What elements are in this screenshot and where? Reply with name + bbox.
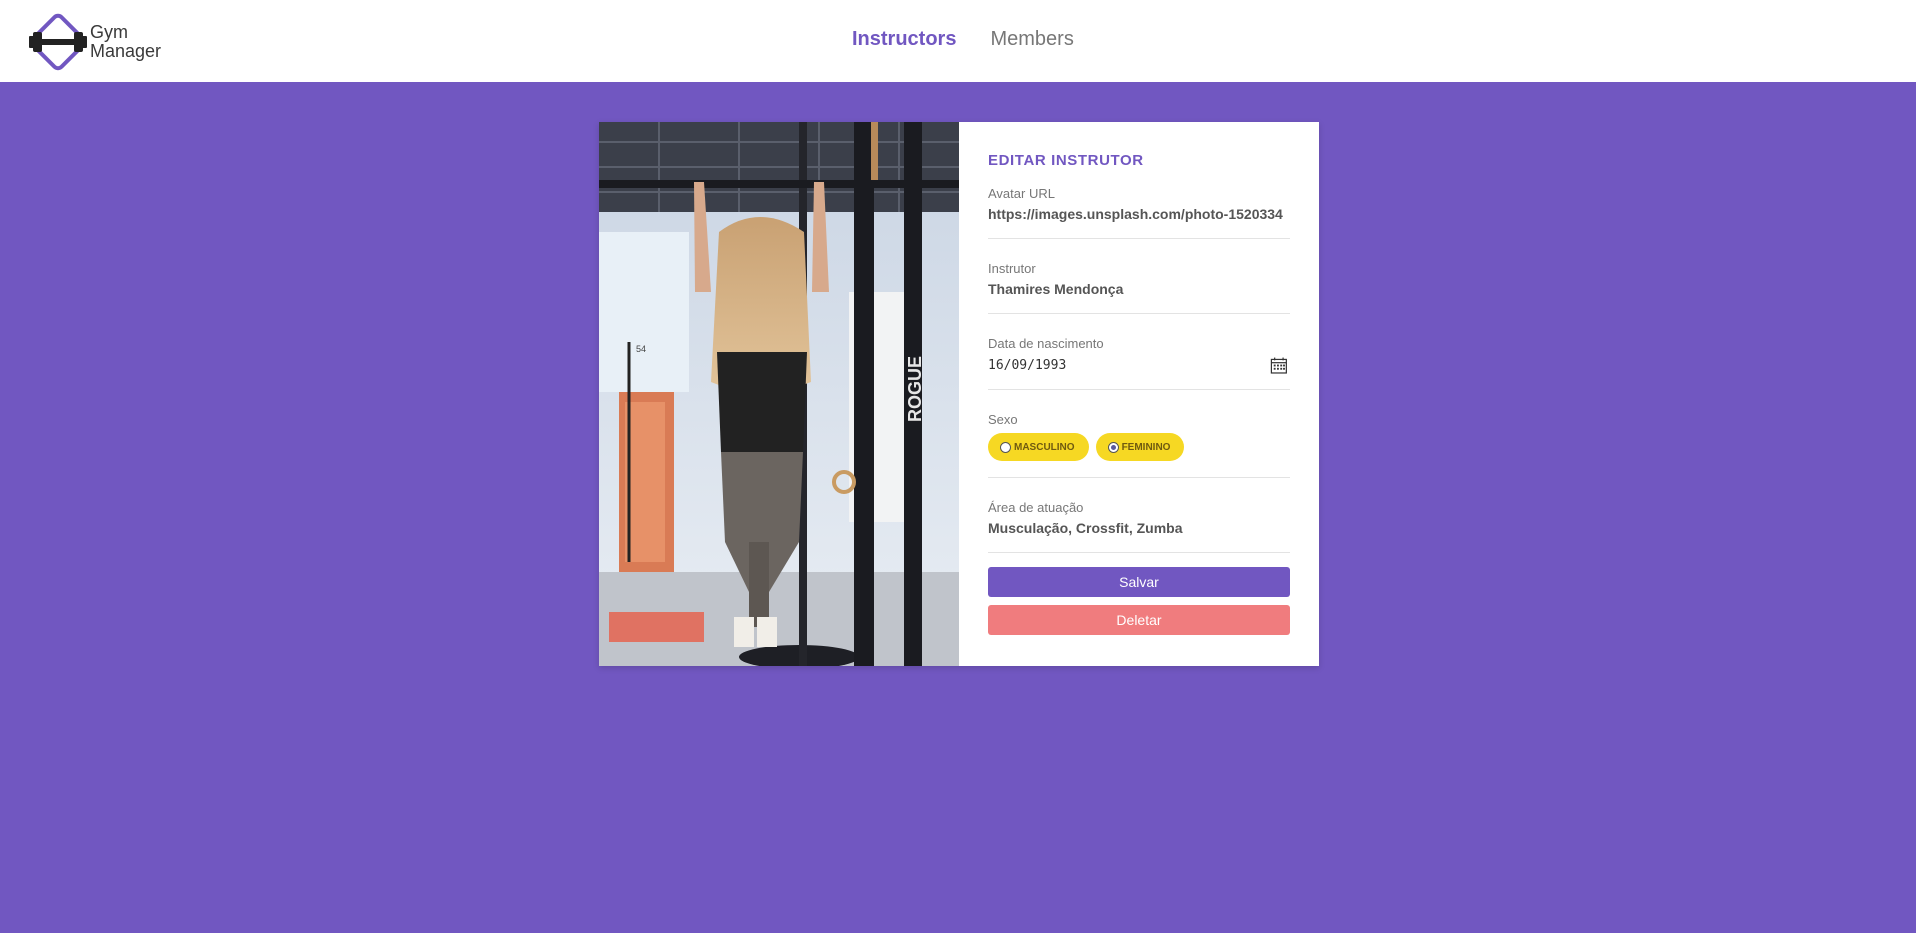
radio-masculino[interactable] (1000, 441, 1011, 453)
edit-instructor-form: EDITAR INSTRUTOR Avatar URL Instrutor Da… (959, 122, 1319, 666)
gender-option-feminino-label: FEMININO (1121, 441, 1171, 453)
brand-name: Gym Manager (90, 23, 161, 61)
birth-date-input[interactable] (988, 358, 1271, 373)
gender-option-feminino[interactable]: FEMININO (1095, 433, 1185, 461)
brand-name-line1: Gym (90, 22, 128, 42)
calendar-icon[interactable] (1270, 356, 1288, 375)
instructor-name-field: Instrutor (988, 261, 1290, 314)
services-label: Área de atuação (988, 500, 1084, 515)
gender-option-masculino-label: MASCULINO (1014, 441, 1075, 453)
save-button[interactable]: Salvar (988, 567, 1290, 597)
instructor-avatar-image: 54 ROGUE (599, 122, 959, 666)
logo-link[interactable]: Gym Manager (26, 10, 161, 74)
instructor-name-label: Instrutor (988, 261, 1036, 276)
rig-sign: ROGUE (905, 356, 925, 422)
main-nav: Instructors Members (852, 28, 1074, 51)
avatar-url-input[interactable] (988, 206, 1290, 222)
dumbbell-icon (26, 10, 90, 74)
nav-members[interactable]: Members (990, 28, 1073, 51)
nav-instructors[interactable]: Instructors (852, 28, 956, 51)
services-field: Área de atuação (988, 500, 1290, 553)
gender-option-masculino[interactable]: MASCULINO (988, 433, 1089, 461)
instructor-edit-card: 54 ROGUE EDITAR INSTRUTOR Avatar URL htt… (599, 122, 1319, 666)
top-header: Gym Manager Instructors Members (0, 0, 1916, 82)
avatar-url-label: Avatar URL (988, 186, 1055, 201)
instructor-name-input[interactable] (988, 281, 1290, 297)
gender-field: Sexo MASCULINO FEMININO (988, 412, 1290, 478)
delete-button[interactable]: Deletar (988, 605, 1290, 635)
form-title: EDITAR INSTRUTOR (988, 152, 1144, 169)
services-input[interactable] (988, 520, 1290, 536)
radio-feminino[interactable] (1107, 441, 1119, 453)
avatar-url-field: Avatar URL (988, 186, 1290, 239)
svg-text:54: 54 (636, 344, 646, 354)
gender-label: Sexo (988, 412, 1018, 427)
brand-name-line2: Manager (90, 41, 162, 61)
birth-date-label: Data de nascimento (988, 336, 1104, 351)
birth-date-field: Data de nascimento (988, 336, 1290, 390)
